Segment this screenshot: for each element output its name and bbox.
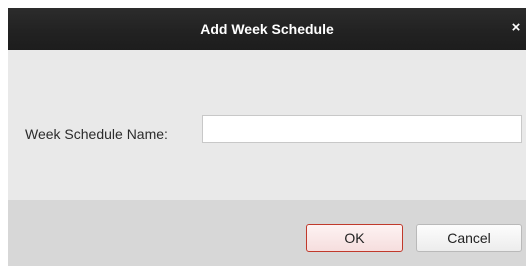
week-schedule-name-label: Week Schedule Name: — [25, 126, 168, 142]
dialog-body: Week Schedule Name: — [8, 50, 526, 200]
dialog-footer: OK Cancel — [8, 200, 526, 266]
cancel-button[interactable]: Cancel — [416, 224, 522, 252]
add-week-schedule-dialog: Add Week Schedule × Week Schedule Name: … — [8, 8, 526, 266]
ok-button[interactable]: OK — [306, 224, 403, 252]
dialog-title: Add Week Schedule — [200, 21, 334, 37]
week-schedule-name-input[interactable] — [202, 115, 522, 143]
close-icon[interactable]: × — [508, 19, 524, 37]
dialog-titlebar: Add Week Schedule × — [8, 8, 526, 50]
